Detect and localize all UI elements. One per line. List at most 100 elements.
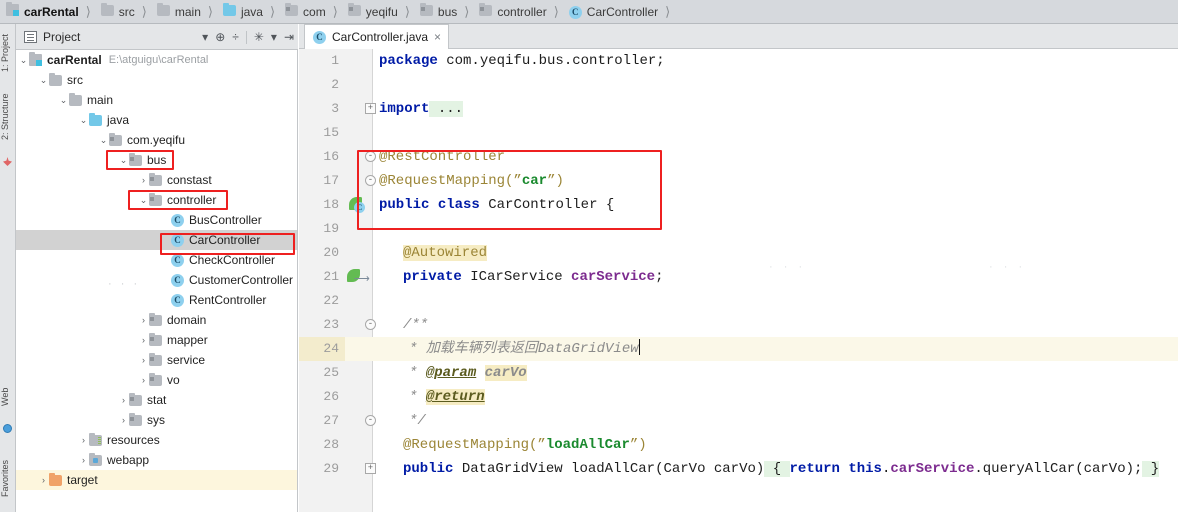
editor-tab-carcontroller[interactable]: C CarController.java ×	[304, 24, 450, 49]
tree-node-rentcontroller[interactable]: C RentController	[16, 290, 297, 310]
tree-node-buscontroller[interactable]: C BusController	[16, 210, 297, 230]
chevron-right-icon[interactable]: ›	[118, 415, 129, 425]
field-reference: carService	[890, 461, 975, 477]
method-signature: loadAllCar(CarVo carVo)	[562, 461, 765, 477]
chevron-down-icon[interactable]: ⌄	[18, 55, 29, 66]
chevron-down-icon[interactable]: ⌄	[78, 115, 89, 126]
tree-node-java[interactable]: ⌄ java	[16, 110, 297, 130]
tree-node-domain[interactable]: › domain	[16, 310, 297, 330]
code-text: @RequestMapping(”car”)	[379, 169, 564, 193]
keyword: return	[789, 461, 840, 477]
chevron-right-icon[interactable]: ›	[138, 175, 149, 185]
project-tree[interactable]: ⌄ carRental E:\atguigu\carRental ⌄ src ⌄…	[16, 50, 298, 512]
fold-collapse-icon[interactable]: -	[365, 415, 376, 426]
tree-node-carrental[interactable]: ⌄ carRental E:\atguigu\carRental	[16, 50, 297, 70]
chevron-right-icon[interactable]: ›	[78, 435, 89, 445]
chevron-right-icon[interactable]: ›	[138, 355, 149, 365]
class-icon: C	[313, 30, 326, 44]
tree-node-service[interactable]: › service	[16, 350, 297, 370]
breadcrumb-item-yeqifu[interactable]: yeqifu ⟩	[342, 0, 414, 24]
tree-node-label: RentController	[189, 293, 267, 307]
tree-node-stat[interactable]: › stat	[16, 390, 297, 410]
breadcrumb-item-main[interactable]: main ⟩	[151, 0, 217, 24]
line-number: 19	[323, 221, 339, 236]
fold-expand-icon[interactable]: +	[365, 463, 376, 474]
tree-node-sys[interactable]: › sys	[16, 410, 297, 430]
package-icon	[129, 412, 142, 426]
tree-node-resources[interactable]: › resources	[16, 430, 297, 450]
breadcrumb-item-controller[interactable]: controller ⟩	[473, 0, 562, 24]
tree-node-bus[interactable]: ⌄ bus	[16, 150, 297, 170]
breadcrumb-item-carcontroller[interactable]: C CarController ⟩	[563, 0, 674, 24]
tree-node-checkcontroller[interactable]: C CheckController	[16, 250, 297, 270]
spring-bean-icon[interactable]: C	[349, 197, 365, 213]
tree-node-com-yeqifu[interactable]: ⌄ com.yeqifu	[16, 130, 297, 150]
chevron-right-icon[interactable]: ›	[138, 335, 149, 345]
breadcrumb-item-com[interactable]: com ⟩	[279, 0, 342, 24]
field-name: carService	[571, 269, 656, 285]
folded-imports[interactable]: ...	[429, 101, 464, 117]
fold-collapse-icon[interactable]: -	[365, 319, 376, 330]
code-editor[interactable]: 1 package com.yeqifu.bus.controller; 2 3…	[299, 49, 1178, 512]
keyword: public	[403, 461, 454, 477]
chevron-right-icon[interactable]: ›	[38, 475, 49, 485]
code-line: 22	[299, 289, 1178, 313]
chevron-down-icon[interactable]: ⌄	[38, 75, 49, 86]
tree-node-vo[interactable]: › vo	[16, 370, 297, 390]
chevron-right-icon: ⟩	[404, 4, 410, 19]
method-call: .queryAllCar(carVo);	[974, 461, 1143, 477]
module-path: E:\atguigu\carRental	[108, 54, 209, 66]
tree-node-label: BusController	[189, 213, 262, 227]
package-icon	[419, 2, 433, 19]
tree-node-main[interactable]: ⌄ main	[16, 90, 297, 110]
module-icon	[6, 2, 19, 19]
chevron-right-icon[interactable]: ›	[138, 315, 149, 325]
chevron-down-icon[interactable]: ⌄	[98, 135, 109, 146]
code-fragment: ”)	[547, 173, 564, 189]
code-text: public class CarController {	[379, 193, 614, 217]
fold-collapse-icon[interactable]: -	[365, 175, 376, 186]
tree-node-src[interactable]: ⌄ src	[16, 70, 297, 90]
breadcrumb-item-java[interactable]: java ⟩	[217, 0, 279, 24]
gear-dropdown-icon[interactable]: ▾	[271, 31, 277, 43]
class-icon: C	[568, 4, 582, 19]
tree-node-label: carRental	[47, 53, 102, 67]
return-type: DataGridView	[461, 461, 563, 477]
code-fragment: {	[605, 197, 615, 213]
chevron-right-icon[interactable]: ›	[118, 395, 129, 405]
tool-tab-web[interactable]: Web	[0, 376, 16, 418]
spring-autowired-icon[interactable]: ⟶	[347, 269, 370, 285]
tree-node-carcontroller[interactable]: C CarController	[16, 230, 297, 250]
tool-tab-favorites[interactable]: Favorites	[0, 448, 16, 508]
chevron-down-icon[interactable]: ⌄	[58, 95, 69, 106]
locate-target-icon[interactable]: ⊕	[215, 31, 225, 43]
breadcrumb-item-src[interactable]: src ⟩	[95, 0, 151, 24]
breadcrumb-item-bus[interactable]: bus ⟩	[414, 0, 473, 24]
chevron-right-icon[interactable]: ›	[138, 375, 149, 385]
package-icon	[479, 2, 493, 19]
tree-node-controller[interactable]: ⌄ controller	[16, 190, 297, 210]
type-name: ICarService	[470, 269, 563, 285]
chevron-down-icon[interactable]: ⌄	[118, 155, 129, 166]
code-line: 18 C public class CarController {	[299, 193, 1178, 217]
collapse-all-icon[interactable]: ÷	[232, 31, 239, 43]
fold-collapse-icon[interactable]: -	[365, 151, 376, 162]
fold-expand-icon[interactable]: +	[365, 103, 376, 114]
tree-node-constast[interactable]: › constast	[16, 170, 297, 190]
tree-node-target[interactable]: › target	[16, 470, 297, 490]
view-mode-dropdown[interactable]: ▾	[202, 31, 208, 43]
tree-node-mapper[interactable]: › mapper	[16, 330, 297, 350]
tree-node-webapp[interactable]: › webapp	[16, 450, 297, 470]
settings-gear-icon[interactable]: ✳	[254, 31, 264, 43]
breadcrumb-item-carrental[interactable]: carRental ⟩	[0, 0, 95, 24]
chevron-down-icon[interactable]: ⌄	[138, 195, 149, 206]
code-text: @Autowired	[403, 241, 488, 265]
chevron-right-icon[interactable]: ›	[78, 455, 89, 465]
tree-node-customercontroller[interactable]: C CustomerController	[16, 270, 297, 290]
close-icon[interactable]: ×	[434, 31, 441, 43]
package-icon	[129, 392, 142, 406]
tool-tab-structure[interactable]: 2: Structure	[0, 82, 16, 152]
tool-tab-project[interactable]: 1: Project	[0, 26, 16, 80]
hide-panel-icon[interactable]: ⇥	[284, 31, 294, 43]
code-fragment: *	[409, 341, 426, 357]
